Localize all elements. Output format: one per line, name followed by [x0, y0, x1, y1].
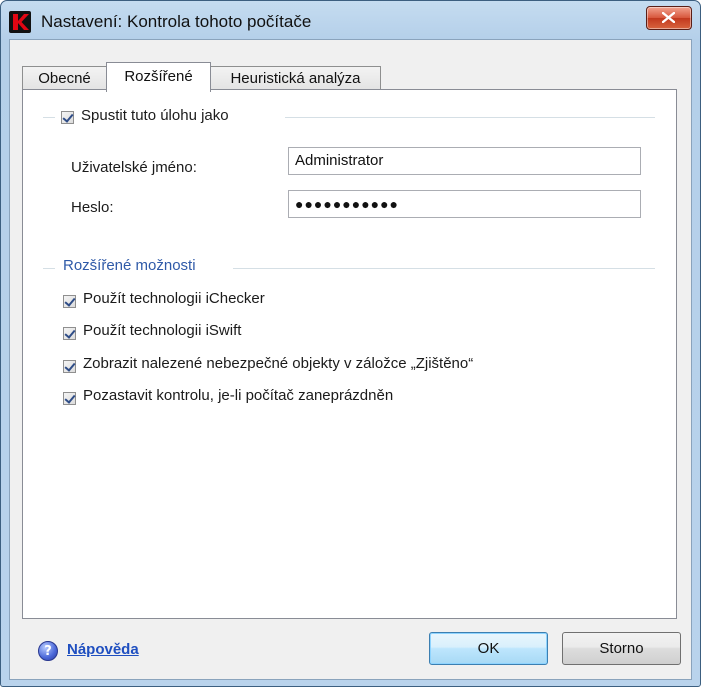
group-line-right — [285, 117, 655, 118]
help-question-icon[interactable]: ? — [38, 641, 58, 661]
username-label: Uživatelské jméno: — [71, 159, 197, 176]
group-line-left — [43, 117, 55, 118]
close-x-icon — [662, 12, 675, 23]
ichecker-checkbox[interactable] — [63, 295, 76, 308]
iswift-label[interactable]: Použít technologii iSwift — [83, 322, 241, 339]
tab-advanced[interactable]: Rozšířené — [106, 62, 211, 92]
cancel-button[interactable]: Storno — [562, 632, 681, 665]
window-title: Nastavení: Kontrola tohoto počítače — [41, 12, 312, 31]
ok-button[interactable]: OK — [429, 632, 548, 665]
show-detected-label[interactable]: Zobrazit nalezené nebezpečné objekty v z… — [83, 355, 473, 372]
kaspersky-k-icon — [9, 11, 31, 33]
dialog-window: Nastavení: Kontrola tohoto počítače Obec… — [0, 0, 701, 687]
title-bar[interactable]: Nastavení: Kontrola tohoto počítače — [1, 1, 700, 41]
advanced-options-title: Rozšířené možnosti — [63, 257, 196, 274]
username-input[interactable]: Administrator — [288, 147, 641, 175]
tab-panel-advanced: Spustit tuto úlohu jako Uživatelské jmén… — [22, 89, 677, 619]
dialog-client-area: Obecné Rozšířené Heuristická analýza Spu… — [9, 39, 692, 680]
group-line-left-advanced — [43, 268, 55, 269]
run-as-checkbox[interactable] — [61, 111, 74, 124]
pause-scan-label[interactable]: Pozastavit kontrolu, je-li počítač zanep… — [83, 387, 393, 404]
iswift-checkbox[interactable] — [63, 327, 76, 340]
tab-general[interactable]: Obecné — [22, 66, 107, 90]
ichecker-label[interactable]: Použít technologii iChecker — [83, 290, 265, 307]
show-detected-checkbox[interactable] — [63, 360, 76, 373]
group-line-right-advanced — [233, 268, 655, 269]
tab-heuristic-analysis[interactable]: Heuristická analýza — [210, 66, 381, 90]
help-link[interactable]: Nápověda — [67, 641, 139, 658]
close-button[interactable] — [646, 6, 692, 30]
password-input[interactable]: ●●●●●●●●●●● — [288, 190, 641, 218]
password-label: Heslo: — [71, 199, 114, 216]
run-as-label[interactable]: Spustit tuto úlohu jako — [81, 107, 229, 124]
pause-scan-checkbox[interactable] — [63, 392, 76, 405]
